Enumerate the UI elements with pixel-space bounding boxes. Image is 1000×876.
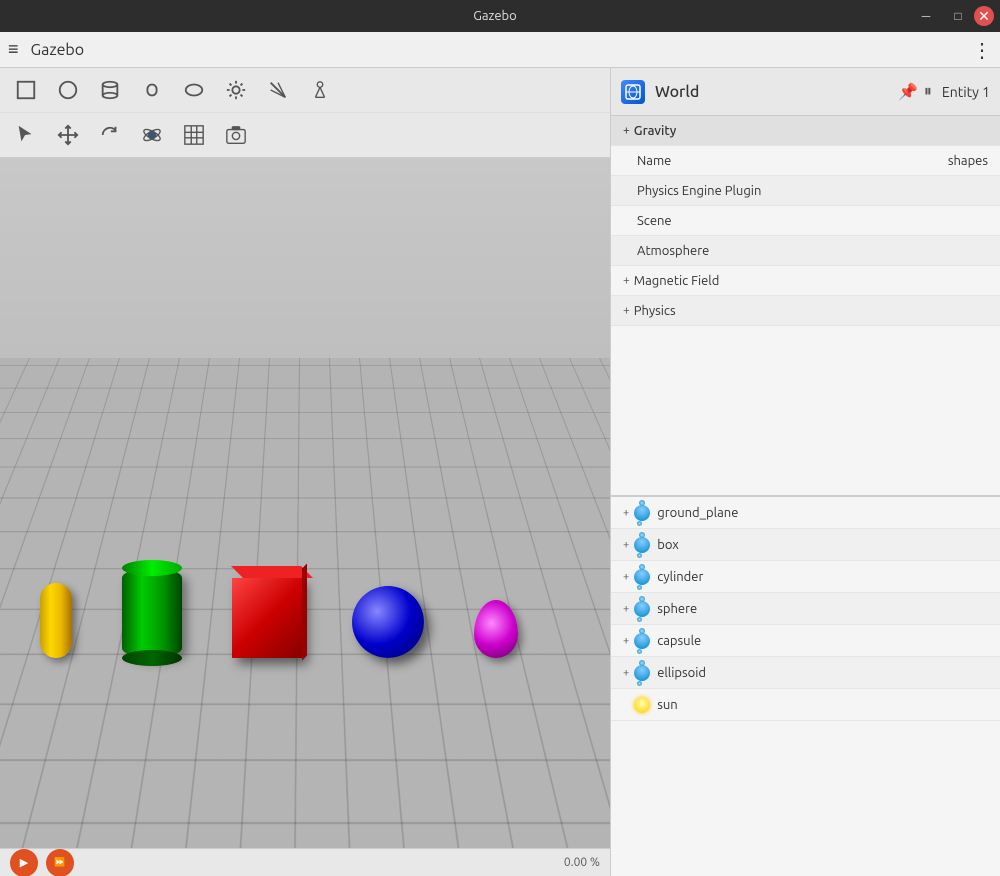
name-value: shapes	[948, 154, 988, 168]
entity-ellipsoid[interactable]: + ellipsoid	[611, 657, 1000, 689]
scene-label: Scene	[623, 214, 672, 228]
app-title: Gazebo	[80, 9, 910, 23]
magenta-capsule-object[interactable]	[474, 600, 518, 658]
grid-tool-button[interactable]	[174, 117, 214, 153]
ellipsoid-name: ellipsoid	[657, 666, 706, 680]
world-icon	[621, 80, 645, 104]
capsule-name: capsule	[657, 634, 701, 648]
cylinder-name: cylinder	[657, 570, 703, 584]
physics-expand-icon[interactable]: +	[623, 304, 630, 317]
magnetic-field-expand-icon[interactable]: +	[623, 274, 630, 287]
select-tool-button[interactable]	[6, 117, 46, 153]
physics-engine-label: Physics Engine Plugin	[623, 184, 761, 198]
toolbar	[0, 68, 610, 158]
world-pin-button[interactable]: 📌	[898, 82, 918, 102]
name-label: Name	[623, 154, 671, 168]
app-name: Gazebo	[31, 41, 972, 59]
atmosphere-row[interactable]: Atmosphere	[611, 236, 1000, 266]
sphere-tool-button[interactable]	[48, 72, 88, 108]
entity-sun[interactable]: + sun	[611, 689, 1000, 721]
titlebar: Gazebo ─ □ ✕	[0, 0, 1000, 32]
entity-cylinder[interactable]: + cylinder	[611, 561, 1000, 593]
directional-light-tool-button[interactable]	[258, 72, 298, 108]
menubar: ≡ Gazebo ⋮	[0, 32, 1000, 68]
entities-panel: + ground_plane + box +	[611, 497, 1000, 876]
gravity-label: Gravity	[634, 124, 677, 138]
physics-row[interactable]: + Physics	[611, 296, 1000, 326]
capsule-expand-icon[interactable]: +	[623, 635, 629, 647]
capsule-node-icon	[633, 632, 651, 650]
name-row[interactable]: Name shapes	[611, 146, 1000, 176]
more-menu[interactable]: ⋮	[972, 38, 992, 62]
ground-plane-node-icon	[633, 504, 651, 522]
sun-name: sun	[657, 698, 678, 712]
magnetic-field-row[interactable]: + Magnetic Field	[611, 266, 1000, 296]
red-box-object[interactable]	[232, 578, 302, 658]
atmosphere-label: Atmosphere	[623, 244, 709, 258]
cylinder-tool-button[interactable]	[90, 72, 130, 108]
spot-light-tool-button[interactable]	[300, 72, 340, 108]
hamburger-menu[interactable]: ≡	[8, 39, 19, 60]
cylinder-expand-icon[interactable]: +	[623, 571, 629, 583]
properties-panel: + Gravity Name shapes Physics Engine Plu…	[611, 116, 1000, 497]
content: ▶ ⏩ 0.00 % World 📌 ⏸ Entity 1	[0, 68, 1000, 876]
sphere-name: sphere	[657, 602, 697, 616]
progress-text: 0.00 %	[564, 856, 600, 869]
viewport-area: ▶ ⏩ 0.00 %	[0, 68, 610, 876]
sphere-expand-icon[interactable]: +	[623, 603, 629, 615]
3d-scene[interactable]	[0, 158, 610, 848]
yellow-capsule-object[interactable]	[40, 583, 72, 658]
close-button[interactable]: ✕	[974, 6, 994, 26]
ground-plane-name: ground_plane	[657, 506, 738, 520]
entity-label: Entity 1	[942, 84, 990, 100]
blue-sphere-object[interactable]	[352, 586, 424, 658]
toolbar-row1	[0, 68, 610, 113]
orbit-tool-button[interactable]	[132, 117, 172, 153]
sun-tool-button[interactable]	[216, 72, 256, 108]
playback-controls: ▶ ⏩	[10, 849, 74, 876]
screenshot-tool-button[interactable]	[216, 117, 256, 153]
ellipsoid-node-icon	[633, 664, 651, 682]
box-expand-icon[interactable]: +	[623, 539, 629, 551]
world-header: World 📌 ⏸ Entity 1	[611, 68, 1000, 116]
entity-capsule[interactable]: + capsule	[611, 625, 1000, 657]
status-bar: ▶ ⏩ 0.00 %	[0, 848, 610, 876]
scene-row[interactable]: Scene	[611, 206, 1000, 236]
box-node-icon	[633, 536, 651, 554]
box-tool-button[interactable]	[6, 72, 46, 108]
magnetic-field-label: Magnetic Field	[634, 274, 720, 288]
minimize-button[interactable]: ─	[910, 0, 942, 32]
entity-ground-plane[interactable]: + ground_plane	[611, 497, 1000, 529]
toolbar-row2	[0, 113, 610, 157]
physics-engine-row[interactable]: Physics Engine Plugin	[611, 176, 1000, 206]
ground-plane-expand-icon[interactable]: +	[623, 507, 629, 519]
gravity-expand-icon[interactable]: +	[623, 124, 630, 137]
cylinder-node-icon	[633, 568, 651, 586]
green-cylinder-object[interactable]	[122, 568, 182, 658]
world-pause-button[interactable]: ⏸	[924, 83, 932, 101]
app: ≡ Gazebo ⋮	[0, 32, 1000, 876]
play-button[interactable]: ▶	[10, 849, 38, 876]
entity-box[interactable]: + box	[611, 529, 1000, 561]
capsule-tool-button[interactable]	[132, 72, 172, 108]
gravity-row[interactable]: + Gravity	[611, 116, 1000, 146]
right-panel: World 📌 ⏸ Entity 1 + Gravity Name shapes	[610, 68, 1000, 876]
ellipsoid-tool-button[interactable]	[174, 72, 214, 108]
box-name: box	[657, 538, 679, 552]
world-header-actions: 📌 ⏸	[898, 82, 932, 102]
fast-forward-button[interactable]: ⏩	[46, 849, 74, 876]
ellipsoid-expand-icon[interactable]: +	[623, 667, 629, 679]
physics-label: Physics	[634, 304, 676, 318]
world-title: World	[655, 83, 888, 101]
rotate-tool-button[interactable]	[90, 117, 130, 153]
sphere-node-icon	[633, 600, 651, 618]
sun-light-icon	[633, 696, 651, 714]
objects-container	[40, 568, 518, 658]
maximize-button[interactable]: □	[942, 0, 974, 32]
entity-sphere[interactable]: + sphere	[611, 593, 1000, 625]
translate-tool-button[interactable]	[48, 117, 88, 153]
